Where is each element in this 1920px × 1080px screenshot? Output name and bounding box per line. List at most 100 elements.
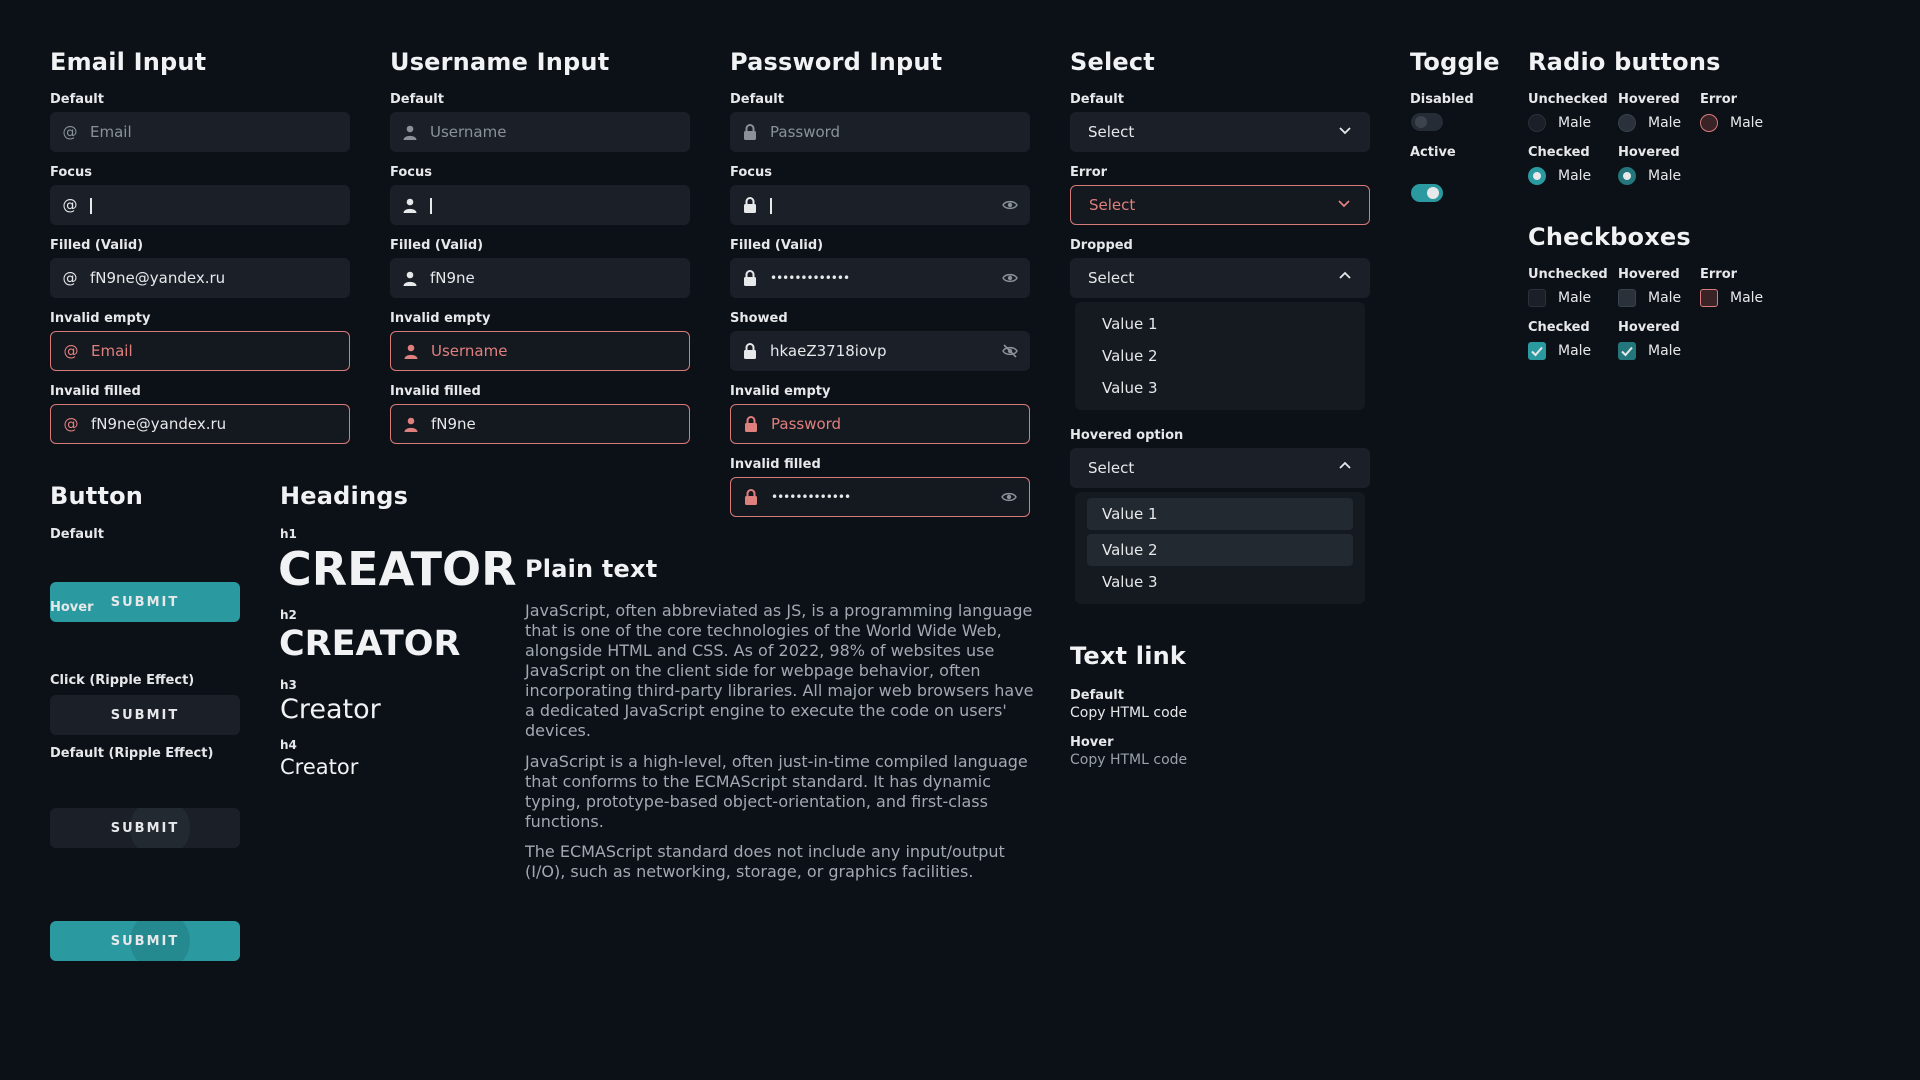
select-option[interactable]: Value 2 [1087,340,1353,372]
copy-html-link-hover[interactable]: Copy HTML code [1070,752,1187,768]
checkbox-section-title: Checkboxes [1528,223,1691,251]
eye-icon[interactable] [1002,270,1018,286]
username-placeholder: Username [430,123,507,141]
select-option[interactable]: Value 1 [1087,308,1353,340]
select-value: Select [1088,459,1135,477]
submit-button-hover[interactable]: SUBMIT [50,695,240,735]
username-value: fN9ne [431,415,476,433]
select-value: Select [1089,196,1136,214]
radio-checked-label: Checked [1528,145,1590,160]
heading-h4: Creator [280,755,359,779]
email-placeholder: Email [91,342,133,360]
radio-hovered-label: Hovered [1618,92,1680,107]
email-input-invalid-filled[interactable]: @ fN9ne@yandex.ru [50,404,350,444]
copy-html-link[interactable]: Copy HTML code [1070,705,1187,721]
email-default-label: Default [50,92,104,107]
checkbox-checked-hovered-label: Hovered [1618,320,1680,335]
toggle-disabled-label: Disabled [1410,92,1474,107]
submit-button-ripple[interactable]: SUBMIT [50,921,240,961]
eye-off-icon[interactable] [1002,343,1018,359]
text-caret [90,196,338,214]
select-option[interactable]: Value 3 [1087,372,1353,404]
select-option[interactable]: Value 3 [1087,566,1353,598]
user-icon [403,416,419,432]
plaintext-section-title: Plain text [525,555,658,583]
select-error[interactable]: Select [1070,185,1370,225]
select-value: Select [1088,269,1135,287]
username-input-default[interactable]: Username [390,112,690,152]
password-placeholder: Password [770,123,841,141]
password-focus-label: Focus [730,165,772,180]
toggle-section-title: Toggle [1410,48,1500,76]
radio-label: Male [1558,167,1592,184]
chevron-up-icon [1338,269,1352,287]
lock-icon [742,197,758,213]
username-input-invalid-filled[interactable]: fN9ne [390,404,690,444]
submit-button-label: SUBMIT [110,933,180,949]
email-input-filled[interactable]: @ fN9ne@yandex.ru [50,258,350,298]
toggle-active[interactable] [1411,184,1443,202]
radio-unchecked[interactable]: Male [1528,112,1591,132]
select-dropped-label: Dropped [1070,238,1133,253]
username-value: fN9ne [430,269,475,287]
toggle-disabled[interactable] [1411,113,1443,131]
password-section-title: Password Input [730,48,943,76]
password-input-filled[interactable]: ••••••••••••• [730,258,1030,298]
username-input-filled[interactable]: fN9ne [390,258,690,298]
username-placeholder: Username [431,342,508,360]
email-input-default[interactable]: @ Email [50,112,350,152]
at-icon: @ [63,342,79,360]
select-hovered-label: Hovered option [1070,428,1184,443]
lock-icon [743,416,759,432]
select-hovered[interactable]: Select [1070,448,1370,488]
submit-button-click[interactable]: SUBMIT [50,808,240,848]
checkbox-label: Male [1648,342,1682,359]
textlink-default-label: Default [1070,688,1124,703]
select-default[interactable]: Select [1070,112,1370,152]
lock-icon [743,489,759,505]
password-default-label: Default [730,92,784,107]
select-default-label: Default [1070,92,1124,107]
checkbox-error[interactable]: Male [1700,287,1763,307]
at-icon: @ [62,196,78,214]
h2-tag: h2 [280,608,297,622]
checkbox-checked-hovered[interactable]: Male [1618,340,1681,360]
password-input-showed[interactable]: hkaeZ3718iovp [730,331,1030,371]
radio-checked[interactable]: Male [1528,165,1591,185]
paragraph: The ECMAScript standard does not include… [525,842,1005,881]
radio-hovered[interactable]: Male [1618,112,1681,132]
username-default-label: Default [390,92,444,107]
username-input-focus[interactable] [390,185,690,225]
chevron-up-icon [1338,459,1352,477]
password-input-focus[interactable] [730,185,1030,225]
username-input-invalid-empty[interactable]: Username [390,331,690,371]
select-option-hovered[interactable]: Value 2 [1087,534,1353,566]
password-input-invalid-empty[interactable]: Password [730,404,1030,444]
select-error-label: Error [1070,165,1108,180]
eye-icon[interactable] [1002,197,1018,213]
checkbox-unchecked[interactable]: Male [1528,287,1591,307]
radio-error[interactable]: Male [1700,112,1763,132]
password-value: hkaeZ3718iovp [770,342,887,360]
email-input-focus[interactable]: @ [50,185,350,225]
at-icon: @ [62,123,78,141]
user-icon [403,343,419,359]
email-section-title: Email Input [50,48,207,76]
email-value: fN9ne@yandex.ru [91,415,227,433]
select-dropped[interactable]: Select [1070,258,1370,298]
checkbox-error-label: Error [1700,267,1738,282]
checkbox-hovered[interactable]: Male [1618,287,1681,307]
password-showed-label: Showed [730,311,788,326]
checkbox-label: Male [1558,342,1592,359]
eye-icon[interactable] [1001,489,1017,505]
checkbox-checked[interactable]: Male [1528,340,1591,360]
checkbox-label: Male [1648,289,1682,306]
password-input-default[interactable]: Password [730,112,1030,152]
select-option[interactable]: Value 1 [1087,498,1353,530]
paragraph: JavaScript, often abbreviated as JS, is … [525,601,1034,740]
email-input-invalid-empty[interactable]: @ Email [50,331,350,371]
heading-h1: CREATOR [278,542,517,596]
password-input-invalid-filled[interactable]: ••••••••••••• [730,477,1030,517]
radio-checked-hovered[interactable]: Male [1618,165,1681,185]
email-filled-label: Filled (Valid) [50,238,144,253]
